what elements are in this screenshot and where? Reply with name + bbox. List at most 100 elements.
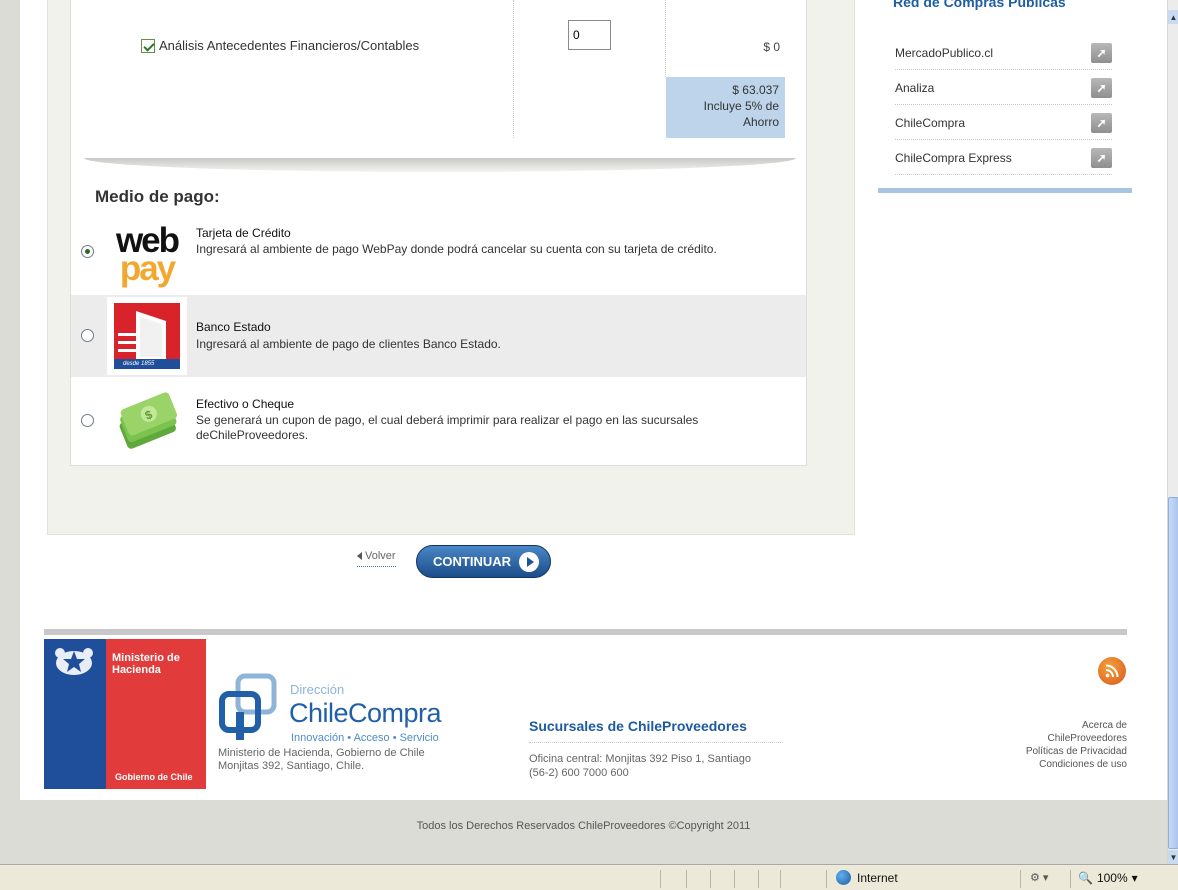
column-divider <box>513 0 514 138</box>
payment-option-webpay[interactable]: web pay Tarjeta de Crédito Ingresará al … <box>71 215 806 295</box>
ministerio-hacienda-logo[interactable]: Ministerio de Hacienda Gobierno de Chile <box>44 639 206 789</box>
continue-label: CONTINUAR <box>433 554 511 569</box>
sidebar-item-mercadopublico[interactable]: MercadoPublico.cl ➚ <box>895 36 1112 70</box>
payment-option-efectivo[interactable]: $ Efectivo o Cheque Se generará un cupon… <box>71 377 806 465</box>
payment-radio-webpay[interactable] <box>81 245 94 258</box>
chevron-down-icon: ▾ <box>1131 871 1138 885</box>
footer-link-condiciones[interactable]: Condiciones de uso <box>990 758 1127 771</box>
back-link[interactable]: Volver <box>357 550 396 567</box>
status-cell <box>1020 870 1021 888</box>
product-price: $ 0 <box>763 40 780 54</box>
cash-logo: $ <box>107 381 187 459</box>
total-note-1: Incluye 5% de <box>703 99 779 113</box>
sidebar-item-analiza[interactable]: Analiza ➚ <box>895 71 1112 105</box>
sidebar-bottom-bar <box>878 188 1132 193</box>
footer-link-acerca[interactable]: Acerca de <box>990 719 1127 732</box>
status-cell <box>758 870 759 888</box>
chilecompra-tagline: Innovación • Acceso • Servicio <box>291 732 439 744</box>
zoom-icon: 🔍 <box>1078 871 1093 885</box>
footer-links: Acerca de ChileProveedores Políticas de … <box>990 719 1127 771</box>
copyright: Todos los Derechos Reservados ChileProve… <box>416 820 751 832</box>
column-divider <box>665 0 666 77</box>
sidebar-item-label: MercadoPublico.cl <box>895 45 994 60</box>
footer-link-privacidad[interactable]: Políticas de Privacidad <box>990 745 1127 758</box>
back-label: Volver <box>365 550 396 562</box>
payment-title: Medio de pago: <box>95 187 220 206</box>
coat-of-arms-icon <box>55 648 93 675</box>
quantity-input[interactable] <box>568 20 611 50</box>
gobierno-label: Gobierno de Chile <box>115 772 193 782</box>
status-cell <box>686 870 687 888</box>
globe-icon <box>836 870 851 885</box>
status-cell <box>826 870 827 888</box>
sucursales-address: Oficina central: Monjitas 392 Piso 1, Sa… <box>529 752 751 780</box>
scroll-up-icon[interactable]: ▲ <box>1168 10 1178 24</box>
sucursales-address-line: Oficina central: Monjitas 392 Piso 1, Sa… <box>529 753 751 765</box>
sucursales-phone: (56-2) 600 7000 600 <box>529 767 629 779</box>
scroll-down-icon[interactable]: ▼ <box>1168 850 1178 864</box>
webpay-logo-text-2: pay <box>119 249 176 288</box>
webpay-logo: web pay <box>107 216 187 294</box>
sidebar-item-chilecompra-express[interactable]: ChileCompra Express ➚ <box>895 141 1112 175</box>
payment-title-efectivo: Efectivo o Cheque <box>196 397 295 411</box>
status-cell <box>734 870 735 888</box>
payment-radio-banco-estado[interactable] <box>81 329 94 342</box>
banco-estado-logo-text: desde 1855 <box>123 361 155 367</box>
chilecompra-logo[interactable]: Dirección ChileCompra Innovación • Acces… <box>216 672 476 752</box>
browser-page: Análisis Antecedentes Financieros/Contab… <box>0 0 1167 864</box>
footer-rule <box>44 629 1127 635</box>
external-link-icon[interactable]: ➚ <box>1091 77 1112 98</box>
chilecompra-address-line: Monjitas 392, Santiago, Chile. <box>218 760 365 772</box>
ministerio-red-panel: Ministerio de Hacienda Gobierno de Chile <box>106 639 206 789</box>
external-link-icon[interactable]: ➚ <box>1091 147 1112 168</box>
continue-button[interactable]: CONTINUAR <box>416 545 551 578</box>
status-cell <box>710 870 711 888</box>
external-link-icon[interactable]: ➚ <box>1091 42 1112 63</box>
security-zone[interactable]: Internet <box>836 870 898 885</box>
sidebar-item-label: ChileCompra <box>895 115 966 130</box>
chilecompra-name: ChileCompra <box>289 698 442 728</box>
payment-option-banco-estado[interactable]: desde 1855 Banco Estado Ingresará al amb… <box>71 295 806 377</box>
cash-icon: $ <box>119 392 177 449</box>
footer-link-chileproveedores[interactable]: ChileProveedores <box>990 732 1128 745</box>
back-arrow-icon <box>357 552 362 560</box>
chilecompra-address-line: Ministerio de Hacienda, Gobierno de Chil… <box>218 747 425 759</box>
status-cell <box>780 870 781 888</box>
zoom-level: 100% <box>1096 871 1128 885</box>
payment-title-banco-estado: Banco Estado <box>196 320 271 334</box>
payment-radio-efectivo[interactable] <box>81 414 94 427</box>
vertical-scrollbar[interactable]: ▲ ▼ <box>1167 0 1178 864</box>
product-checkbox[interactable] <box>141 38 155 53</box>
payment-desc-banco-estado: Ingresará al ambiente de pago de cliente… <box>196 337 501 351</box>
sidebar-item-chilecompra[interactable]: ChileCompra ➚ <box>895 106 1112 140</box>
ministerio-blue-panel <box>44 639 106 789</box>
product-label: Análisis Antecedentes Financieros/Contab… <box>159 38 420 53</box>
payment-desc-webpay: Ingresará al ambiente de pago WebPay don… <box>196 242 717 256</box>
zoom-control[interactable]: 🔍 100% ▾ <box>1078 871 1138 885</box>
status-cell <box>1070 870 1071 888</box>
total-amount: $ 63.037 <box>732 83 779 97</box>
ministerio-name-1: Ministerio de <box>112 652 180 664</box>
sidebar-heading: Red de Compras Públicas <box>893 0 1066 10</box>
ministerio-name-2: Hacienda <box>112 664 161 676</box>
product-checkbox-row[interactable]: Análisis Antecedentes Financieros/Contab… <box>141 38 419 53</box>
browser-status-bar: Internet ⚙ ▾ 🔍 100% ▾ <box>0 864 1178 890</box>
scroll-thumb[interactable] <box>1168 497 1178 849</box>
rss-glyph-icon <box>1105 664 1119 678</box>
banco-estado-icon <box>114 303 180 369</box>
banco-estado-logo: desde 1855 <box>107 297 187 375</box>
sidebar-item-label: Analiza <box>895 80 935 95</box>
sucursales-title: Sucursales de ChileProveedores <box>529 718 783 743</box>
continue-arrow-icon <box>519 551 539 572</box>
external-link-icon[interactable]: ➚ <box>1091 112 1112 133</box>
zone-label: Internet <box>857 870 898 885</box>
protected-mode-icon[interactable]: ⚙ ▾ <box>1030 871 1048 884</box>
rss-icon[interactable] <box>1098 657 1126 685</box>
total-note-2: Ahorro <box>742 115 779 129</box>
total-box: $ 63.037 Incluye 5% de Ahorro <box>666 77 785 138</box>
chilecompra-address: Ministerio de Hacienda, Gobierno de Chil… <box>218 747 425 773</box>
chilecompra-mark-icon <box>219 673 277 740</box>
chilecompra-direccion: Dirección <box>290 682 345 697</box>
payment-desc-efectivo: Se generará un cupon de pago, el cual de… <box>196 413 699 442</box>
payment-title-webpay: Tarjeta de Crédito <box>196 226 291 240</box>
